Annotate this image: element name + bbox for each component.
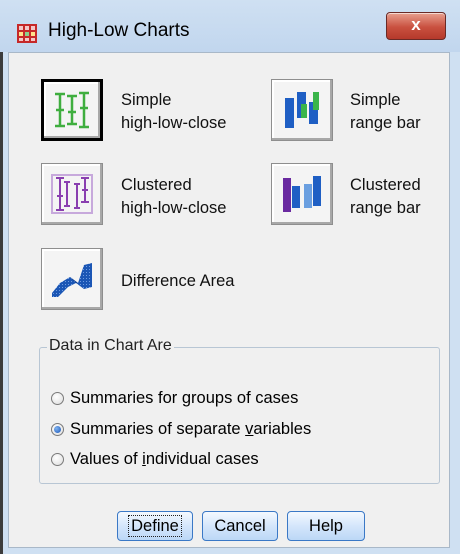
title-bar[interactable]: High-Low Charts x xyxy=(0,0,460,52)
simple-range-bar-label: Simple range bar xyxy=(350,91,421,132)
radio-label: Values of individual cases xyxy=(70,449,259,468)
help-button[interactable]: Help xyxy=(287,511,365,541)
radio-circle[interactable] xyxy=(51,391,64,405)
radio-summaries-groups[interactable]: Summaries for groups of cases xyxy=(51,388,298,408)
cancel-button[interactable]: Cancel xyxy=(202,511,278,541)
radio-label: Summaries of separate variables xyxy=(70,419,312,438)
simple-high-low-close-label: Simple high-low-close xyxy=(121,91,227,132)
simple-high-low-close-icon xyxy=(55,91,89,129)
simple-range-bar-button[interactable] xyxy=(271,79,333,141)
radio-summaries-variables[interactable]: Summaries of separate variables xyxy=(51,419,311,439)
difference-area-icon xyxy=(52,263,92,297)
difference-area-label: Difference Area xyxy=(121,272,235,290)
groupbox-title: Data in Chart Are xyxy=(47,337,174,355)
dialog-client-area: Simple high-low-close Simple range bar C… xyxy=(8,52,450,548)
radio-individual-cases[interactable]: Values of individual cases xyxy=(51,449,259,469)
clustered-high-low-close-icon xyxy=(51,174,93,214)
clustered-range-bar-icon xyxy=(283,176,321,212)
clustered-high-low-close-button[interactable] xyxy=(41,163,103,225)
dialog-window: High-Low Charts x Simple high-low-close xyxy=(0,0,460,554)
define-button[interactable]: Define xyxy=(117,511,193,541)
radio-label: Summaries for groups of cases xyxy=(70,388,299,407)
difference-area-button[interactable] xyxy=(41,248,103,310)
grid-chart-icon xyxy=(17,24,37,43)
data-in-chart-groupbox: Data in Chart Are Summaries for groups o… xyxy=(39,337,440,484)
radio-circle[interactable] xyxy=(51,452,64,466)
close-icon: x xyxy=(411,15,421,34)
window-edge xyxy=(0,0,3,554)
clustered-high-low-close-label: Clustered high-low-close xyxy=(121,176,227,217)
radio-circle[interactable] xyxy=(51,422,64,436)
window-title: High-Low Charts xyxy=(48,20,190,41)
close-button[interactable]: x xyxy=(386,12,446,40)
clustered-range-bar-label: Clustered range bar xyxy=(350,176,421,217)
clustered-range-bar-button[interactable] xyxy=(271,163,333,225)
simple-range-bar-icon xyxy=(285,92,319,128)
simple-high-low-close-button[interactable] xyxy=(41,79,103,141)
